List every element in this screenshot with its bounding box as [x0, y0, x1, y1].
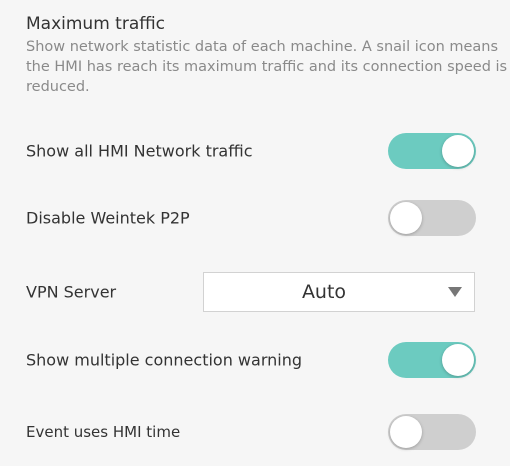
- setting-row-multiple-connection-warning: Show multiple connection warning: [0, 336, 510, 384]
- event-hmi-time-toggle[interactable]: [388, 414, 476, 450]
- settings-panel: Maximum traffic Show network statistic d…: [0, 0, 510, 466]
- vpn-server-select[interactable]: Auto: [203, 272, 475, 312]
- setting-row-event-hmi-time: Event uses HMI time: [0, 408, 510, 456]
- toggle-knob: [442, 135, 474, 167]
- setting-label: Event uses HMI time: [26, 423, 181, 441]
- toggle-knob: [390, 202, 422, 234]
- show-all-traffic-toggle[interactable]: [388, 133, 476, 169]
- section-description: Show network statistic data of each mach…: [26, 39, 508, 95]
- setting-label: Show all HMI Network traffic: [26, 141, 253, 161]
- dropdown-arrow-icon: [448, 287, 462, 297]
- vpn-server-value: Auto: [301, 281, 347, 303]
- toggle-knob: [442, 344, 474, 376]
- setting-label: Disable Weintek P2P: [26, 208, 190, 228]
- setting-row-show-all-traffic: Show all HMI Network traffic: [0, 127, 510, 175]
- setting-row-disable-p2p: Disable Weintek P2P: [0, 194, 510, 242]
- setting-label: Show multiple connection warning: [26, 350, 302, 370]
- setting-label: VPN Server: [26, 282, 117, 302]
- toggle-knob: [390, 416, 422, 448]
- section-title: Maximum traffic: [26, 14, 166, 34]
- disable-p2p-toggle[interactable]: [388, 200, 476, 236]
- multiple-connection-warning-toggle[interactable]: [388, 342, 476, 378]
- setting-row-vpn-server: VPN Server Auto: [0, 268, 510, 316]
